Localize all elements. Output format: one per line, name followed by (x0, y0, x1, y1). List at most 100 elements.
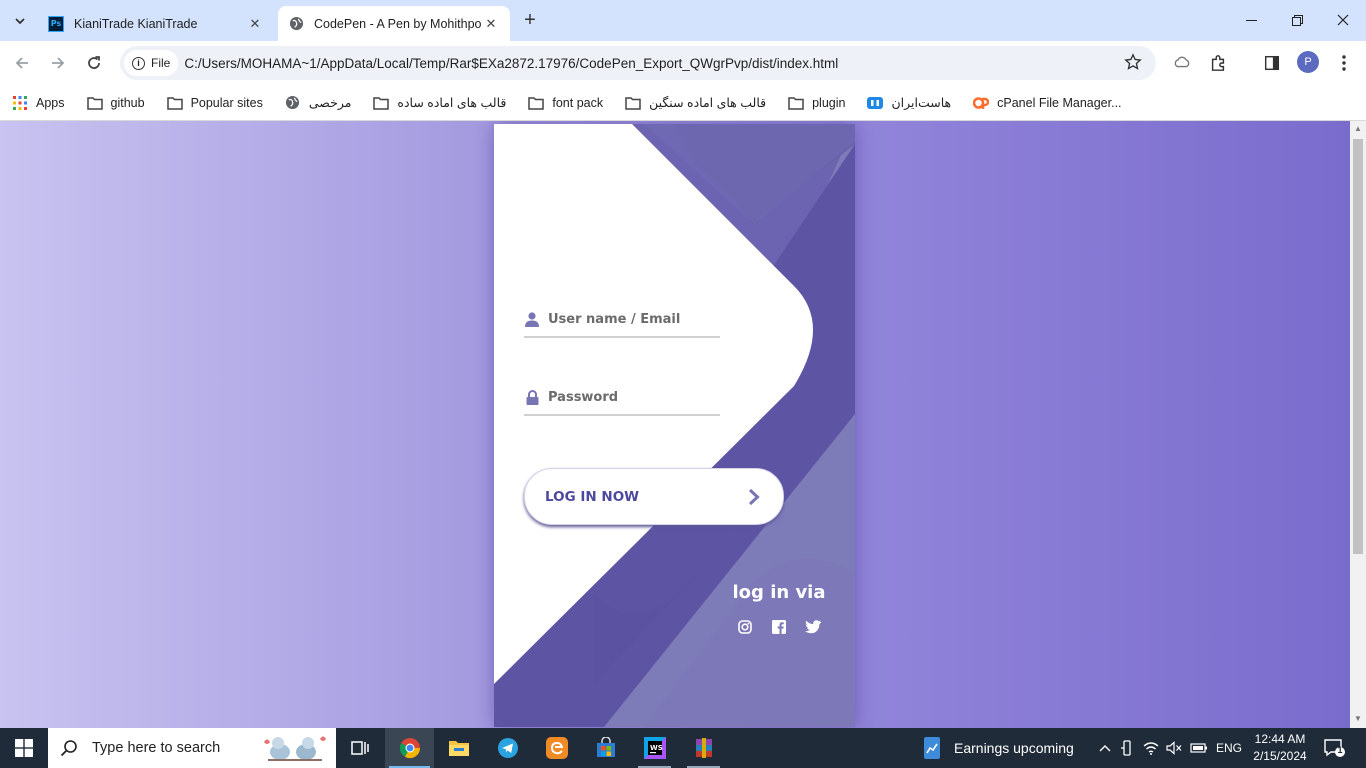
side-panel-icon[interactable] (1261, 52, 1283, 74)
instagram-icon[interactable] (737, 619, 753, 635)
taskbar-telegram[interactable] (483, 728, 532, 768)
store-icon (596, 737, 615, 757)
apps-grid-icon (12, 95, 28, 111)
clock-date: 2/15/2024 (1253, 749, 1307, 763)
bookmark-label: plugin (812, 95, 846, 110)
arrow-left-icon (15, 57, 28, 69)
wifi-icon[interactable] (1140, 741, 1162, 755)
login-background-shapes (494, 124, 855, 727)
page-viewport: LOG IN NOW log in via (0, 121, 1350, 728)
tab-title: KianiTrade KianiTrade (74, 16, 198, 31)
more-menu-icon[interactable] (1333, 52, 1355, 74)
start-button[interactable] (0, 728, 48, 768)
new-tab-button[interactable]: + (518, 8, 542, 32)
taskbar-file-explorer[interactable] (434, 728, 483, 768)
scroll-thumb[interactable] (1353, 139, 1363, 554)
scroll-up-arrow-icon[interactable]: ▲ (1354, 125, 1362, 133)
bookmark-label: Popular sites (190, 95, 263, 110)
password-field[interactable] (524, 380, 720, 416)
taskbar-store[interactable] (581, 728, 630, 768)
extension-cloud-icon[interactable] (1171, 52, 1193, 74)
username-input[interactable] (548, 311, 708, 327)
minimize-button[interactable] (1228, 0, 1274, 40)
bookmark-label: هاست‌ایران (891, 96, 952, 110)
bookmark-apps[interactable]: Apps (12, 95, 65, 111)
user-icon (524, 311, 540, 327)
stock-document-icon (924, 737, 940, 759)
password-input[interactable] (548, 389, 708, 405)
system-tray: ENG (1096, 728, 1246, 768)
tab-title: CodePen - A Pen by Mohithpoojary (314, 16, 482, 31)
forward-button[interactable] (44, 49, 72, 77)
folder-icon (86, 95, 103, 111)
search-placeholder: Type here to search (92, 740, 221, 756)
bookmark-cpanel[interactable]: cPanel File Manager... (973, 95, 1122, 111)
taskbar-chrome[interactable] (385, 728, 434, 768)
bookmark-heavy-templates[interactable]: قالب های اماده سنگین (625, 95, 766, 111)
bookmarks-bar: Apps github Popular sites مرخصی قالب های… (0, 85, 1366, 121)
username-field[interactable] (524, 302, 720, 338)
folder-icon (788, 95, 804, 111)
reload-icon (88, 56, 100, 69)
extensions-puzzle-icon[interactable] (1207, 52, 1229, 74)
lock-icon (524, 389, 540, 405)
clock-time: 12:44 AM (1254, 732, 1306, 746)
battery-icon[interactable] (1186, 743, 1212, 753)
taskbar-webstorm[interactable]: WS (630, 728, 679, 768)
tab-strip: Ps KianiTrade KianiTrade ✕ CodePen - A P… (0, 0, 1366, 41)
volume-muted-icon[interactable] (1162, 741, 1186, 755)
bookmark-plugin[interactable]: plugin (788, 95, 845, 111)
bookmark-font-pack[interactable]: font pack (528, 95, 603, 111)
bookmark-star-icon[interactable] (1124, 53, 1142, 76)
taskbar-search[interactable]: Type here to search (48, 728, 336, 768)
login-screen: LOG IN NOW log in via (494, 124, 855, 727)
bookmark-hostiran[interactable]: هاست‌ایران (867, 95, 951, 111)
bookmark-label: Apps (36, 95, 65, 110)
bookmark-label: cPanel File Manager... (997, 95, 1122, 110)
close-icon[interactable]: ✕ (482, 15, 500, 33)
social-icons (724, 619, 834, 635)
reload-button[interactable] (80, 49, 108, 77)
back-button[interactable] (8, 49, 36, 77)
show-hidden-icons-button[interactable] (1096, 744, 1114, 752)
address-bar[interactable]: i File C:/Users/MOHAMA~1/AppData/Local/T… (120, 46, 1156, 80)
search-icon (60, 740, 77, 757)
task-view-button[interactable] (336, 728, 385, 768)
device-icon[interactable] (1114, 740, 1140, 756)
facebook-icon[interactable] (771, 619, 787, 635)
photoshop-icon: Ps (48, 15, 64, 32)
folder-icon (528, 95, 545, 111)
bookmark-simple-templates[interactable]: قالب های اماده ساده (373, 95, 506, 111)
bookmark-morakhasi[interactable]: مرخصی (285, 95, 351, 111)
scroll-down-arrow-icon[interactable]: ▼ (1354, 715, 1362, 723)
winrar-icon (695, 738, 712, 758)
close-icon[interactable]: ✕ (246, 15, 264, 33)
tab-codepen[interactable]: CodePen - A Pen by Mohithpoojary ✕ (278, 6, 510, 41)
bookmark-popular-sites[interactable]: Popular sites (166, 95, 263, 111)
language-indicator[interactable]: ENG (1212, 741, 1246, 755)
notification-center-button[interactable]: 1 (1322, 736, 1346, 760)
tab-kianitrade[interactable]: Ps KianiTrade KianiTrade ✕ (38, 6, 274, 41)
login-button[interactable]: LOG IN NOW (524, 468, 784, 525)
restore-icon (1291, 14, 1303, 26)
hostiran-icon (867, 95, 884, 111)
site-info-chip[interactable]: i File (124, 50, 179, 76)
page-scrollbar[interactable]: ▲ ▼ (1350, 121, 1366, 728)
taskbar-edge[interactable] (532, 728, 581, 768)
tab-search-button[interactable] (6, 7, 34, 35)
browser-toolbar: i File C:/Users/MOHAMA~1/AppData/Local/T… (0, 41, 1366, 85)
restore-button[interactable] (1274, 0, 1320, 40)
close-window-button[interactable] (1320, 0, 1366, 40)
taskbar-winrar[interactable] (679, 728, 728, 768)
globe-icon (285, 95, 301, 111)
chevron-right-icon (745, 488, 763, 506)
bookmark-label: قالب های اماده ساده (397, 96, 507, 110)
profile-avatar[interactable]: P (1297, 51, 1319, 73)
telegram-icon (497, 738, 518, 758)
bookmark-github[interactable]: github (86, 95, 145, 111)
url-text[interactable]: C:/Users/MOHAMA~1/AppData/Local/Temp/Rar… (184, 56, 838, 71)
taskbar-news-widget[interactable]: Earnings upcoming (922, 728, 1074, 768)
taskbar-clock[interactable]: 12:44 AM 2/15/2024 (1248, 731, 1312, 765)
twitter-icon[interactable] (805, 619, 821, 635)
notification-count: 1 (1337, 745, 1343, 755)
